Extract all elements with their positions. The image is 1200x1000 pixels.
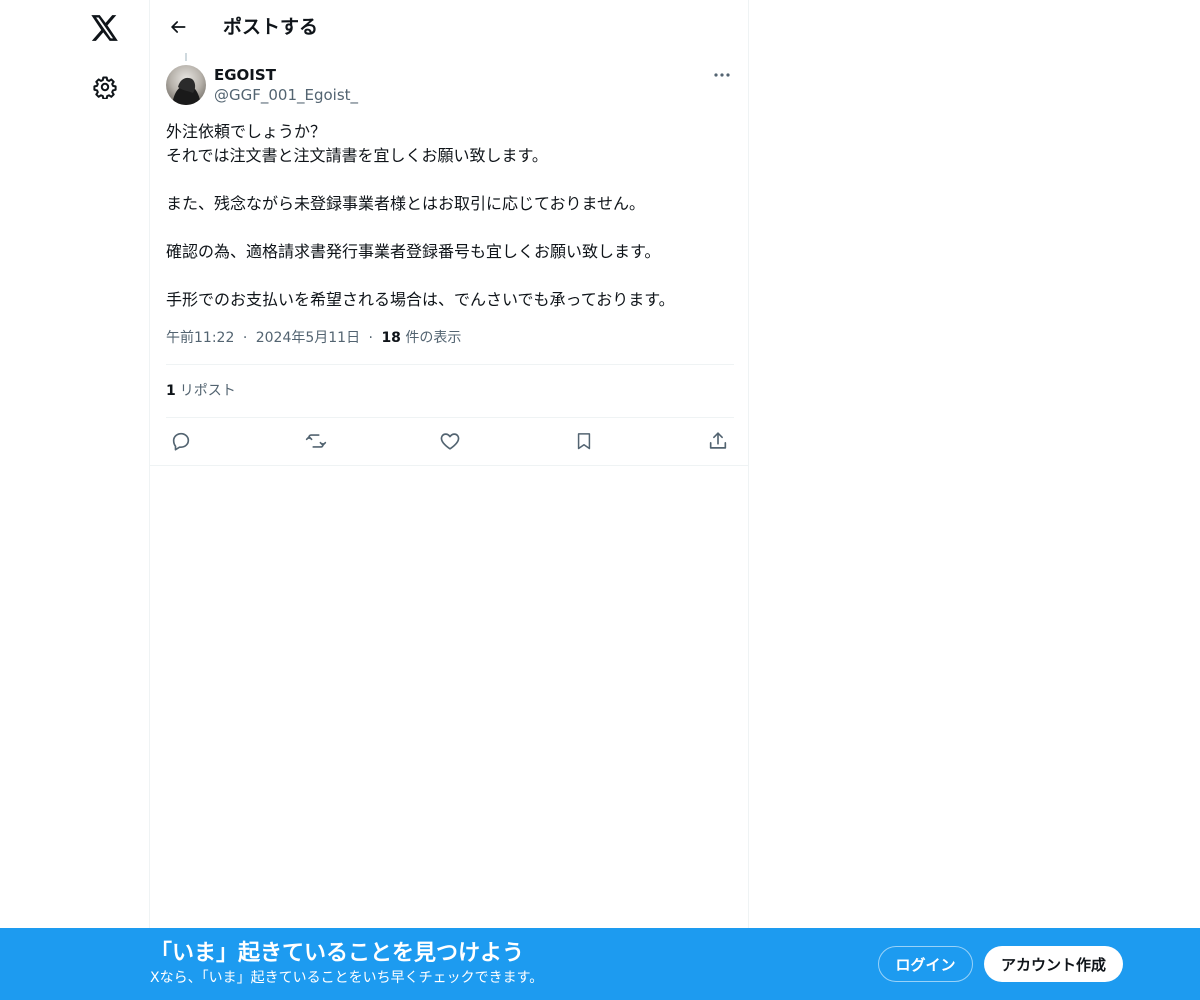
- left-navigation: [60, 0, 150, 1000]
- reply-button[interactable]: [169, 429, 193, 453]
- post-text-line: それでは注文書と注文請書を宜しくお願い致します。: [166, 146, 548, 165]
- post-date[interactable]: 2024年5月11日: [256, 330, 360, 346]
- heart-icon: [440, 433, 460, 450]
- divider: [150, 465, 748, 466]
- author-name[interactable]: EGOIST: [214, 65, 276, 85]
- more-horizontal-icon: [714, 73, 730, 77]
- post-text: 外注依頼でしょうか？ それでは注文書と注文請書を宜しくお願い致します。 また、残…: [166, 120, 734, 312]
- post-text-line: [166, 168, 734, 192]
- post-text-line: [166, 264, 734, 288]
- create-account-button[interactable]: アカウント作成: [984, 946, 1123, 982]
- like-button[interactable]: [438, 429, 462, 453]
- author-handle[interactable]: @GGF_001_Egoist_: [214, 85, 358, 105]
- arrow-left-icon: [171, 21, 186, 33]
- post-text-line: 外注依頼でしょうか？: [166, 122, 327, 141]
- repost-button[interactable]: [304, 429, 328, 453]
- banner-title: 「いま」起きていることを見つけよう: [150, 941, 525, 966]
- reply-icon: [172, 432, 190, 451]
- reposts-count: 1: [166, 383, 176, 399]
- gear-icon[interactable]: [85, 67, 125, 107]
- meta-separator: ·: [368, 330, 373, 346]
- views-count: 18: [381, 330, 401, 346]
- page-header: ポストする: [150, 0, 748, 53]
- share-button[interactable]: [706, 429, 730, 453]
- post-text-line: また、残念ながら未登録事業者様とはお取引に応じておりません。: [166, 194, 646, 213]
- repost-icon: [305, 434, 327, 448]
- main-column: ポストする EGOIST @GGF_001_Egoist_ 外注依頼でしょうか？…: [149, 0, 749, 1000]
- post-text-line: [166, 216, 734, 240]
- post-author: EGOIST @GGF_001_Egoist_: [166, 65, 734, 107]
- banner-subtitle: Xなら、「いま」起きていることをいち早くチェックできます。: [150, 970, 544, 986]
- reposts-label: リポスト: [179, 383, 236, 399]
- views-label: 件の表示: [405, 330, 462, 346]
- more-options-button[interactable]: [710, 65, 734, 85]
- post-time[interactable]: 午前11:22: [166, 330, 234, 346]
- post-actions: [166, 418, 734, 464]
- x-logo-icon[interactable]: [85, 8, 125, 48]
- back-button[interactable]: [160, 9, 196, 45]
- divider: [166, 364, 734, 365]
- signup-banner: 「いま」起きていることを見つけよう Xなら、「いま」起きていることをいち早くチェ…: [0, 928, 1200, 1000]
- post-text-line: 確認の為、適格請求書発行事業者登録番号も宜しくお願い致します。: [166, 242, 661, 261]
- post-text-line: 手形でのお支払いを希望される場合は、でんさいでも承っております。: [166, 290, 675, 309]
- post-meta: 午前11:22 · 2024年5月11日 · 18 件の表示: [166, 328, 461, 348]
- bookmark-icon: [577, 433, 591, 450]
- thread-connector-line: [185, 53, 187, 61]
- meta-separator: ·: [242, 330, 248, 346]
- bookmark-button[interactable]: [572, 429, 596, 453]
- repost-stats[interactable]: 1 リポスト: [166, 381, 236, 401]
- page-title: ポストする: [223, 16, 319, 38]
- share-icon: [709, 432, 727, 449]
- avatar[interactable]: [166, 65, 206, 105]
- login-button[interactable]: ログイン: [878, 946, 973, 982]
